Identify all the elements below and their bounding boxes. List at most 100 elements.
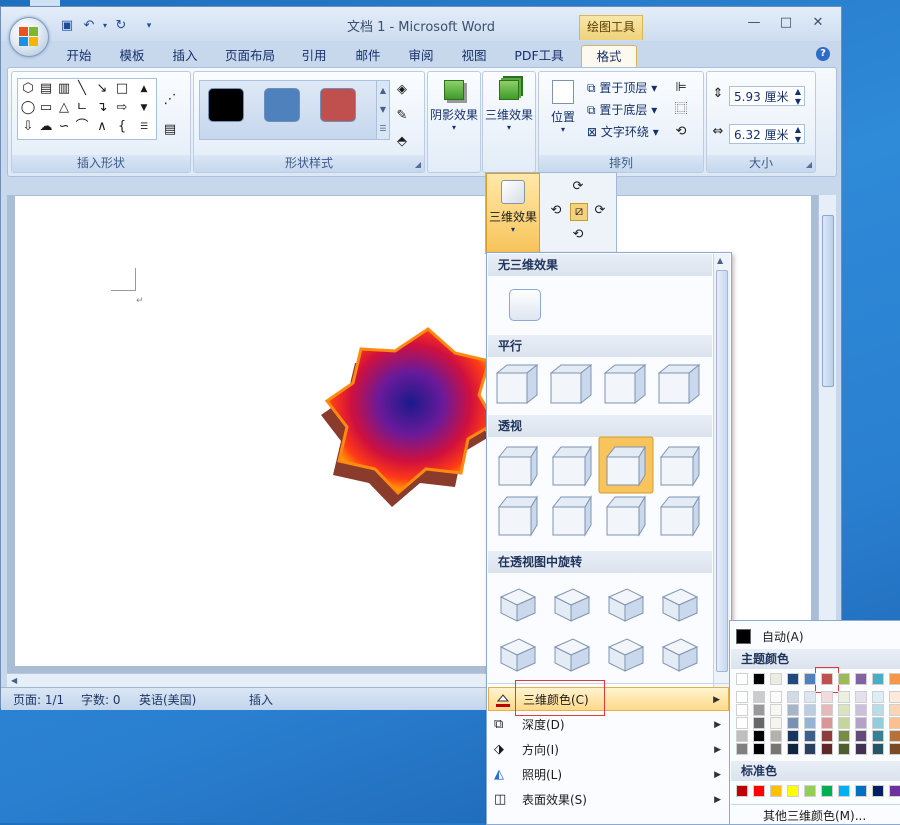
theme-color-shade-swatch[interactable]	[753, 743, 765, 755]
theme-color-shade-swatch[interactable]	[889, 743, 900, 755]
theme-color-shade-swatch[interactable]	[855, 730, 867, 742]
shape-brace-icon[interactable]: {	[114, 119, 130, 135]
theme-color-shade-swatch[interactable]	[787, 730, 799, 742]
3d-preset-option-6[interactable]	[605, 445, 646, 487]
theme-color-shade-swatch[interactable]	[855, 743, 867, 755]
theme-color-shade-swatch[interactable]	[804, 704, 816, 716]
shape-triangle-icon[interactable]: △	[56, 100, 72, 116]
3d-preset-option-15[interactable]	[661, 588, 699, 622]
tab-mailings[interactable]: 邮件	[345, 45, 391, 67]
tab-references[interactable]: 引用	[291, 45, 337, 67]
3d-toggle-icon[interactable]: ⧄	[570, 203, 588, 221]
theme-color-swatch[interactable]	[804, 673, 816, 685]
gallery-more-icon[interactable]: ☰	[136, 119, 152, 135]
theme-color-shade-swatch[interactable]	[770, 730, 782, 742]
theme-color-shade-swatch[interactable]	[787, 717, 799, 729]
theme-color-shade-swatch[interactable]	[770, 704, 782, 716]
theme-color-shade-swatch[interactable]	[821, 717, 833, 729]
maximize-button[interactable]: □	[773, 13, 799, 33]
tab-page-layout[interactable]: 页面布局	[219, 45, 281, 67]
auto-color-swatch[interactable]	[736, 629, 751, 644]
theme-color-shade-swatch[interactable]	[889, 704, 900, 716]
style-swatch-black[interactable]	[208, 88, 244, 122]
standard-color-swatch[interactable]	[855, 785, 867, 797]
status-word-count[interactable]: 字数: 0	[81, 691, 121, 708]
theme-color-shade-swatch[interactable]	[787, 743, 799, 755]
theme-color-shade-swatch[interactable]	[736, 717, 748, 729]
theme-color-swatch[interactable]	[770, 673, 782, 685]
tab-pdf-tools[interactable]: PDF工具	[509, 45, 569, 67]
3d-preset-option-3[interactable]	[657, 363, 701, 405]
text-wrapping-button[interactable]: ⊠ 文字环绕 ▾	[587, 122, 659, 142]
group-objects-icon[interactable]: ⿴	[673, 102, 689, 118]
style-swatch-red[interactable]	[320, 88, 356, 122]
3d-preset-option-9[interactable]	[551, 495, 592, 537]
theme-color-shade-swatch[interactable]	[770, 743, 782, 755]
gallery-scroll-thumb[interactable]	[716, 270, 728, 672]
theme-color-shade-swatch[interactable]	[736, 743, 748, 755]
shape-arc-icon[interactable]: ⌒	[74, 119, 90, 135]
theme-color-swatch[interactable]	[872, 673, 884, 685]
tilt-up-icon[interactable]: ⟳	[570, 179, 586, 195]
shape-fill-icon[interactable]: ◈	[394, 82, 410, 98]
theme-color-swatch[interactable]	[889, 673, 900, 685]
theme-color-swatch[interactable]	[855, 673, 867, 685]
3d-effects-button[interactable]: 三维效果 ▾	[485, 80, 533, 132]
shape-styles-launcher-icon[interactable]: ◢	[415, 160, 421, 169]
shape-width-input[interactable]: 6.32 厘米 ▲ ▼	[729, 124, 805, 144]
standard-color-swatch[interactable]	[787, 785, 799, 797]
shape-outline-icon[interactable]: ✎	[394, 108, 410, 124]
3d-preset-option-7[interactable]	[659, 445, 700, 487]
gallery-scroll-up-icon[interactable]: ▲	[136, 81, 152, 97]
3d-preset-option-17[interactable]	[553, 638, 591, 672]
bring-to-front-button[interactable]: ⧉ 置于顶层 ▾	[587, 78, 657, 98]
theme-color-shade-swatch[interactable]	[821, 704, 833, 716]
theme-color-shade-swatch[interactable]	[855, 717, 867, 729]
3d-preset-option-14[interactable]	[607, 588, 645, 622]
3d-preset-option-5[interactable]	[551, 445, 592, 487]
theme-color-shade-swatch[interactable]	[770, 691, 782, 703]
minimize-button[interactable]: —	[741, 13, 767, 33]
tilt-down-icon[interactable]: ⟲	[570, 227, 586, 243]
theme-color-shade-swatch[interactable]	[821, 743, 833, 755]
theme-color-shade-swatch[interactable]	[872, 717, 884, 729]
shape-rectangle-icon[interactable]: □	[114, 81, 130, 97]
status-page[interactable]: 页面: 1/1	[13, 691, 64, 708]
3d-preset-option-10[interactable]	[605, 495, 646, 537]
standard-color-swatch[interactable]	[872, 785, 884, 797]
theme-color-shade-swatch[interactable]	[889, 730, 900, 742]
theme-color-shade-swatch[interactable]	[855, 691, 867, 703]
theme-color-shade-swatch[interactable]	[838, 704, 850, 716]
standard-color-swatch[interactable]	[821, 785, 833, 797]
theme-color-shade-swatch[interactable]	[753, 730, 765, 742]
shape-rounded-rect-icon[interactable]: ▭	[38, 100, 54, 116]
scroll-left-icon[interactable]: ◀	[11, 674, 17, 688]
size-launcher-icon[interactable]: ◢	[806, 160, 812, 169]
shape-freeform-icon[interactable]: ∽	[56, 119, 72, 135]
tab-format[interactable]: 格式	[581, 45, 637, 68]
theme-color-shade-swatch[interactable]	[872, 691, 884, 703]
3d-effects-popup-button[interactable]: 三维效果 ▾	[486, 173, 540, 253]
theme-color-shade-swatch[interactable]	[838, 691, 850, 703]
theme-color-shade-swatch[interactable]	[872, 730, 884, 742]
theme-color-shade-swatch[interactable]	[804, 743, 816, 755]
status-language[interactable]: 英语(美国)	[139, 691, 196, 708]
office-button[interactable]	[9, 17, 49, 57]
theme-color-shade-swatch[interactable]	[838, 730, 850, 742]
gallery-scrollbar[interactable]: ▲	[713, 254, 730, 694]
tab-home[interactable]: 开始	[56, 45, 102, 67]
vertical-scrollbar[interactable]: ▼	[818, 195, 836, 675]
theme-color-shade-swatch[interactable]	[787, 704, 799, 716]
shape-elbow-arrow-icon[interactable]: ↴	[94, 100, 110, 116]
menu-lighting[interactable]: ◭ 照明(L) ▶	[488, 763, 729, 787]
3d-preset-option-1[interactable]	[549, 363, 593, 405]
status-insert-mode[interactable]: 插入	[249, 691, 273, 708]
3d-preset-option-18[interactable]	[607, 638, 645, 672]
standard-color-swatch[interactable]	[736, 785, 748, 797]
tab-review[interactable]: 审阅	[398, 45, 444, 67]
close-button[interactable]: ✕	[805, 13, 831, 33]
3d-preset-option-4[interactable]	[497, 445, 538, 487]
shape-block-arrow-icon[interactable]: ⇨	[114, 100, 130, 116]
theme-color-shade-swatch[interactable]	[770, 717, 782, 729]
shape-cloud-icon[interactable]: ☁	[38, 119, 54, 135]
